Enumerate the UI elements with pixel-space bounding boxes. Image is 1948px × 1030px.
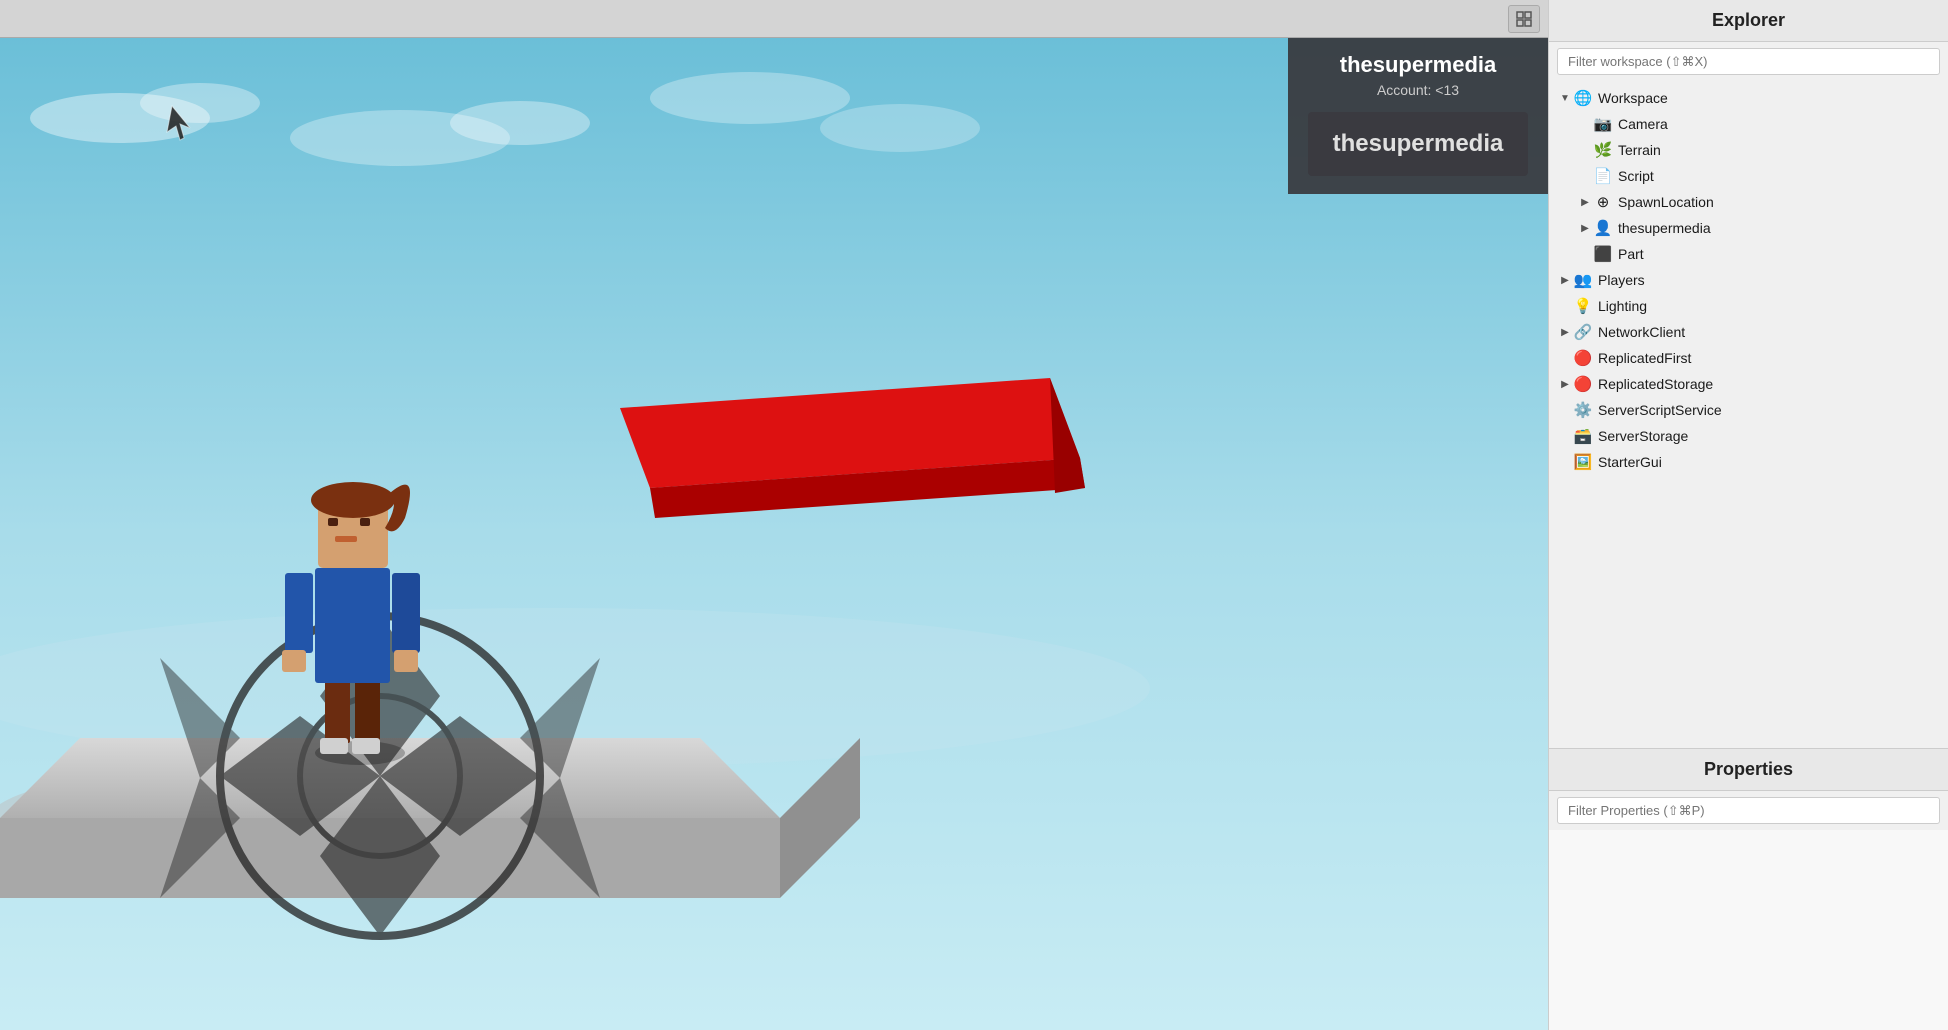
tree-label-serverstorage: ServerStorage (1598, 428, 1688, 444)
tree-label-networkclient: NetworkClient (1598, 324, 1685, 340)
user-display-card: thesupermedia (1308, 112, 1528, 176)
user-info-overlay: thesupermedia Account: <13 thesupermedia (1288, 38, 1548, 194)
tree-arrow-workspace[interactable] (1557, 90, 1573, 106)
tree-item-camera[interactable]: 📷 Camera (1549, 111, 1948, 137)
properties-content (1549, 830, 1948, 1030)
tree-item-networkclient[interactable]: 🔗 NetworkClient (1549, 319, 1948, 345)
tree-label-workspace: Workspace (1598, 90, 1668, 106)
toolbar-icon-button[interactable] (1508, 5, 1540, 33)
tree-label-players: Players (1598, 272, 1645, 288)
tree-arrow-spawnlocation[interactable] (1577, 194, 1593, 210)
display-name: thesupermedia (1332, 130, 1504, 158)
explorer-tree[interactable]: 🌐 Workspace 📷 Camera 🌿 Terrain 📄 Script ⊕ SpawnLo… (1549, 81, 1948, 748)
tree-item-script[interactable]: 📄 Script (1549, 163, 1948, 189)
properties-panel: Properties (1549, 748, 1948, 1030)
tree-icon-part: ⬛ (1593, 244, 1613, 264)
explorer-header: Explorer (1549, 0, 1948, 42)
right-panel: Explorer 🌐 Workspace 📷 Camera 🌿 Terrain 📄 Scrip… (1548, 0, 1948, 1030)
tree-arrow-players[interactable] (1557, 272, 1573, 288)
tree-item-part[interactable]: ⬛ Part (1549, 241, 1948, 267)
tree-label-part: Part (1618, 246, 1644, 262)
tree-icon-replicatedfirst: 🔴 (1573, 348, 1593, 368)
tree-item-terrain[interactable]: 🌿 Terrain (1549, 137, 1948, 163)
tree-icon-spawnlocation: ⊕ (1593, 192, 1613, 212)
tree-item-startergui[interactable]: 🖼️ StarterGui (1549, 449, 1948, 475)
tree-item-replicatedstorage[interactable]: 🔴 ReplicatedStorage (1549, 371, 1948, 397)
tree-arrow-thesupermedia[interactable] (1577, 220, 1593, 236)
viewport[interactable]: thesupermedia Account: <13 thesupermedia (0, 0, 1548, 1030)
tree-arrow-networkclient[interactable] (1557, 324, 1573, 340)
tree-icon-lighting: 💡 (1573, 296, 1593, 316)
tree-icon-startergui: 🖼️ (1573, 452, 1593, 472)
tree-item-replicatedfirst[interactable]: 🔴 ReplicatedFirst (1549, 345, 1948, 371)
tree-label-terrain: Terrain (1618, 142, 1661, 158)
tree-item-spawnlocation[interactable]: ⊕ SpawnLocation (1549, 189, 1948, 215)
tree-item-serverscriptservice[interactable]: ⚙️ ServerScriptService (1549, 397, 1948, 423)
tree-icon-thesupermedia: 👤 (1593, 218, 1613, 238)
tree-item-lighting[interactable]: 💡 Lighting (1549, 293, 1948, 319)
explorer-filter-bar[interactable] (1557, 48, 1940, 75)
explorer-filter-input[interactable] (1568, 54, 1929, 69)
tree-item-workspace[interactable]: 🌐 Workspace (1549, 85, 1948, 111)
tree-arrow-replicatedstorage[interactable] (1557, 376, 1573, 392)
tree-icon-serverstorage: 🗃️ (1573, 426, 1593, 446)
tree-label-replicatedfirst: ReplicatedFirst (1598, 350, 1691, 366)
tree-icon-networkclient: 🔗 (1573, 322, 1593, 342)
tree-label-camera: Camera (1618, 116, 1668, 132)
tree-item-serverstorage[interactable]: 🗃️ ServerStorage (1549, 423, 1948, 449)
tree-item-players[interactable]: 👥 Players (1549, 267, 1948, 293)
tree-label-lighting: Lighting (1598, 298, 1647, 314)
top-toolbar (0, 0, 1548, 38)
tree-icon-serverscriptservice: ⚙️ (1573, 400, 1593, 420)
tree-item-thesupermedia[interactable]: 👤 thesupermedia (1549, 215, 1948, 241)
tree-icon-replicatedstorage: 🔴 (1573, 374, 1593, 394)
tree-label-replicatedstorage: ReplicatedStorage (1598, 376, 1713, 392)
tree-label-spawnlocation: SpawnLocation (1618, 194, 1714, 210)
properties-filter-input[interactable] (1568, 803, 1929, 818)
tree-icon-camera: 📷 (1593, 114, 1613, 134)
properties-filter-bar[interactable] (1557, 797, 1940, 824)
tree-icon-script: 📄 (1593, 166, 1613, 186)
properties-header: Properties (1549, 749, 1948, 791)
tree-label-script: Script (1618, 168, 1654, 184)
tree-label-serverscriptservice: ServerScriptService (1598, 402, 1722, 418)
tree-label-startergui: StarterGui (1598, 454, 1662, 470)
tree-label-thesupermedia: thesupermedia (1618, 220, 1711, 236)
tree-icon-players: 👥 (1573, 270, 1593, 290)
overlay-username: thesupermedia (1308, 52, 1528, 78)
overlay-account: Account: <13 (1308, 82, 1528, 98)
tree-icon-workspace: 🌐 (1573, 88, 1593, 108)
tree-icon-terrain: 🌿 (1593, 140, 1613, 160)
